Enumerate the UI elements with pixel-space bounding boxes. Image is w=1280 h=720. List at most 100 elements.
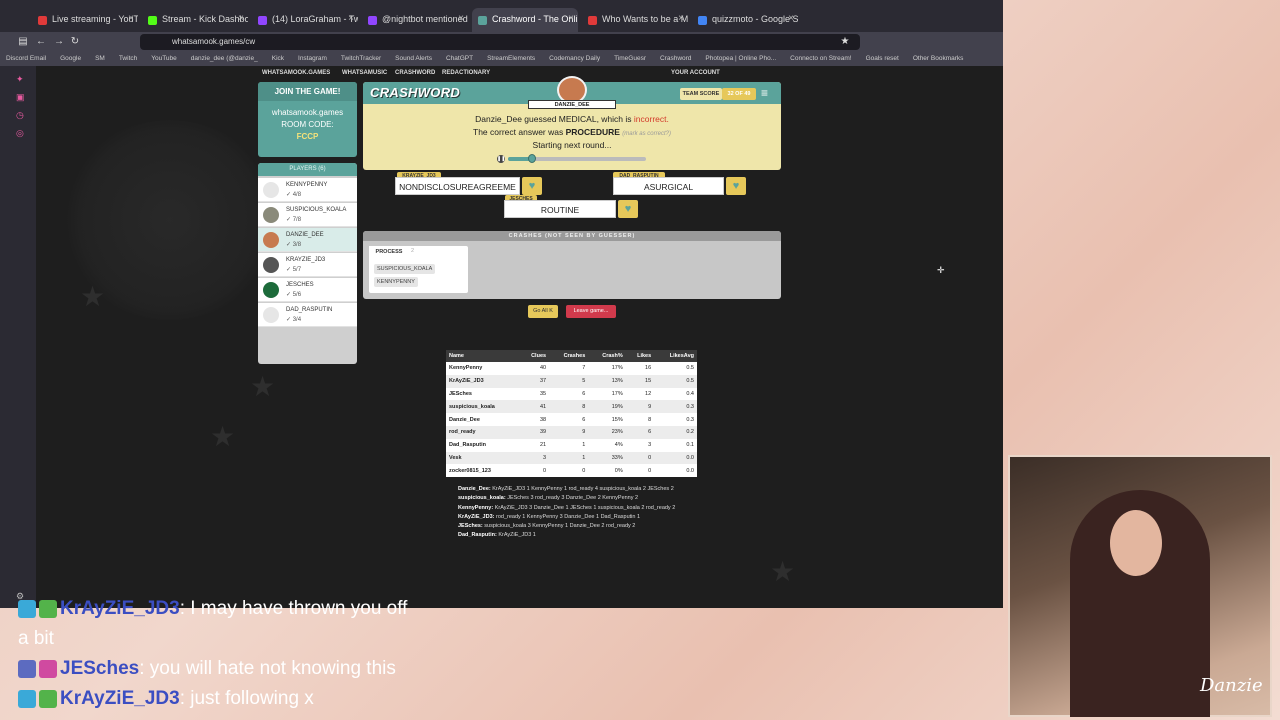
table-row: suspicious_koala 41 8 19% 9 0.3 <box>446 400 697 414</box>
tab-google-search[interactable]: quizzmoto - Google Search× <box>692 8 798 32</box>
nav-music[interactable]: WHATSAMUSIC <box>342 70 387 76</box>
library-icon[interactable]: ▣ <box>16 92 28 104</box>
join-title[interactable]: JOIN THE GAME! <box>258 82 357 101</box>
bookmark-item[interactable]: TwitchTracker <box>341 55 381 62</box>
table-cell: 13% <box>588 374 626 388</box>
mark-correct-link[interactable]: (mark as correct?) <box>622 131 671 137</box>
forward-icon[interactable]: → <box>52 35 66 49</box>
go-all-button[interactable]: Go All K <box>528 305 558 318</box>
bookmark-item[interactable]: Kick <box>272 55 284 62</box>
bookmark-item[interactable]: Sound Alerts <box>395 55 432 62</box>
bookmark-star-icon[interactable]: ★ <box>838 35 852 49</box>
bookmark-item[interactable]: Twitch <box>119 55 137 62</box>
heart-icon[interactable]: ♥ <box>726 177 746 195</box>
nav-crashword[interactable]: CRASHWORD <box>395 70 435 76</box>
heart-icon[interactable]: ♥ <box>618 200 638 218</box>
close-icon[interactable]: × <box>348 13 354 24</box>
bookmark-item[interactable]: Crashword <box>660 55 691 62</box>
table-cell: 0.0 <box>654 451 697 465</box>
player-row[interactable]: DANZIE_DEE ✓ 3/8 <box>258 228 357 252</box>
table-cell: 6 <box>625 425 655 439</box>
table-row: JESches 35 6 17% 12 0.4 <box>446 388 697 401</box>
table-cell: 17% <box>611 390 623 397</box>
mouse-cursor-icon: ✛ <box>937 265 945 275</box>
close-icon[interactable]: × <box>788 13 794 24</box>
room-code-label: ROOM CODE: <box>281 120 334 129</box>
table-row: zocker0815_123 0 0 0% 0 0.0 <box>446 464 697 477</box>
summary-line: suspicious_koala: JESches 3 rod_ready 3 … <box>458 495 639 502</box>
bookmark-item[interactable]: YouTube <box>151 55 177 62</box>
close-icon[interactable]: × <box>568 13 574 24</box>
back-icon[interactable]: ← <box>34 35 48 49</box>
crash-word: PROCESS <box>369 246 409 259</box>
tab-youtube-studio[interactable]: Live streaming - YouTube Studi× <box>32 8 138 32</box>
table-cell: JESches <box>449 390 472 397</box>
table-cell: 0 <box>625 451 655 465</box>
close-icon[interactable]: × <box>128 13 134 24</box>
table-cell: 0 <box>582 467 586 474</box>
nav-account[interactable]: YOUR ACCOUNT <box>671 70 720 76</box>
tab-millionaire[interactable]: Who Wants to be a Million× <box>582 8 688 32</box>
bookmark-item[interactable]: StreamElements <box>487 55 535 62</box>
table-cell: zocker0815_123 <box>449 467 491 474</box>
tab-kick-dashboard[interactable]: Stream - Kick Dashboard× <box>142 8 248 32</box>
host-name: DANZIE_DEE <box>528 100 616 109</box>
heart-icon[interactable]: ♥ <box>522 177 542 195</box>
player-row[interactable]: KENNYPENNY ✓ 4/8 <box>258 178 357 202</box>
tab-twitch[interactable]: (14) LoraGraham - Twitch× <box>252 8 358 32</box>
leave-game-button[interactable]: Leave game... <box>566 305 616 318</box>
history-icon[interactable]: ◷ <box>16 110 28 122</box>
bookmark-item[interactable]: Codemancy Daily <box>549 55 600 62</box>
table-cell: 6 <box>582 390 586 397</box>
bookmark-item[interactable]: Goals reset <box>866 55 899 62</box>
close-icon[interactable]: × <box>458 13 464 24</box>
bookmark-item[interactable]: TimeGuesr <box>614 55 646 62</box>
bookmark-item[interactable]: danzie_dee (@danzie_ <box>191 55 258 62</box>
table-cell: 17% <box>611 365 623 372</box>
crashword-icon <box>478 16 487 25</box>
browser-sidebar: ✦ ▣ ◷ ◎ ⚙ <box>0 66 36 608</box>
badge-icon <box>18 689 36 708</box>
nav-redactionary[interactable]: REDACTIONARY <box>442 70 490 76</box>
bookmark-item[interactable]: Google <box>60 55 81 62</box>
hamburger-menu-icon[interactable]: ≡ <box>761 87 775 99</box>
extension-icon[interactable]: ✦ <box>16 74 28 86</box>
bookmark-item[interactable]: SM <box>95 55 105 62</box>
table-cell: 0 <box>543 467 547 474</box>
bookmark-item[interactable]: Other Bookmarks <box>913 55 964 62</box>
bookmarks-icon[interactable]: ◎ <box>16 128 28 140</box>
table-cell: Dad_Rasputin <box>449 442 486 449</box>
reload-icon[interactable]: ↻ <box>68 35 82 49</box>
table-cell: KennyPenny <box>449 365 483 372</box>
team-score-label: TEAM SCORE <box>680 88 722 100</box>
bookmark-item[interactable]: Photopea | Online Pho... <box>705 55 776 62</box>
bookmark-item[interactable]: ChatGPT <box>446 55 473 62</box>
tab-crashword[interactable]: Crashword - The Online Word× <box>472 8 578 32</box>
timer-knob[interactable] <box>528 154 536 163</box>
nav-home[interactable]: WHATSAMOOK.GAMES <box>262 70 330 76</box>
url-bar[interactable]: whatsamook.games/cw <box>140 34 860 50</box>
pause-icon[interactable]: ❚❚ <box>497 155 505 163</box>
player-row[interactable]: DAD_RASPUTIN ✓ 3/4 <box>258 303 357 327</box>
table-cell: Vesk <box>446 451 520 465</box>
summary-line: KrAyZiE_JD3: rod_ready 1 KennyPenny 3 Da… <box>458 513 641 520</box>
player-row[interactable]: SUSPICIOUS_KOALA ✓ 7/8 <box>258 203 357 227</box>
answer-message: The correct answer was PROCEDURE (mark a… <box>473 127 671 137</box>
badge-icon <box>39 599 57 618</box>
chat-message: a bit <box>18 628 54 649</box>
player-row[interactable]: JESCHES ✓ 5/6 <box>258 278 357 302</box>
column-header: Clues <box>519 350 550 362</box>
close-icon[interactable]: × <box>238 13 244 24</box>
table-row: KennyPenny 40 7 17% 16 0.5 <box>446 362 697 375</box>
bookmark-item[interactable]: Connecto on Stream! <box>790 55 851 62</box>
tab-nightbot[interactable]: @nightbot mentioned you× <box>362 8 468 32</box>
badge-icon <box>39 689 57 708</box>
bookmark-item[interactable]: Discord Email <box>6 55 46 62</box>
close-icon[interactable]: × <box>678 13 684 24</box>
star-decoration: ★ <box>80 281 106 312</box>
player-row[interactable]: KRAYZIE_JD3 ✓ 5/7 <box>258 253 357 277</box>
sidebar-toggle-icon[interactable]: ▤ <box>16 35 30 49</box>
bookmark-item[interactable]: Instagram <box>298 55 327 62</box>
bookmarks-bar: Discord Email Google SM Twitch YouTube danzie… <box>0 52 1003 66</box>
column-header: Crashes <box>549 350 589 362</box>
